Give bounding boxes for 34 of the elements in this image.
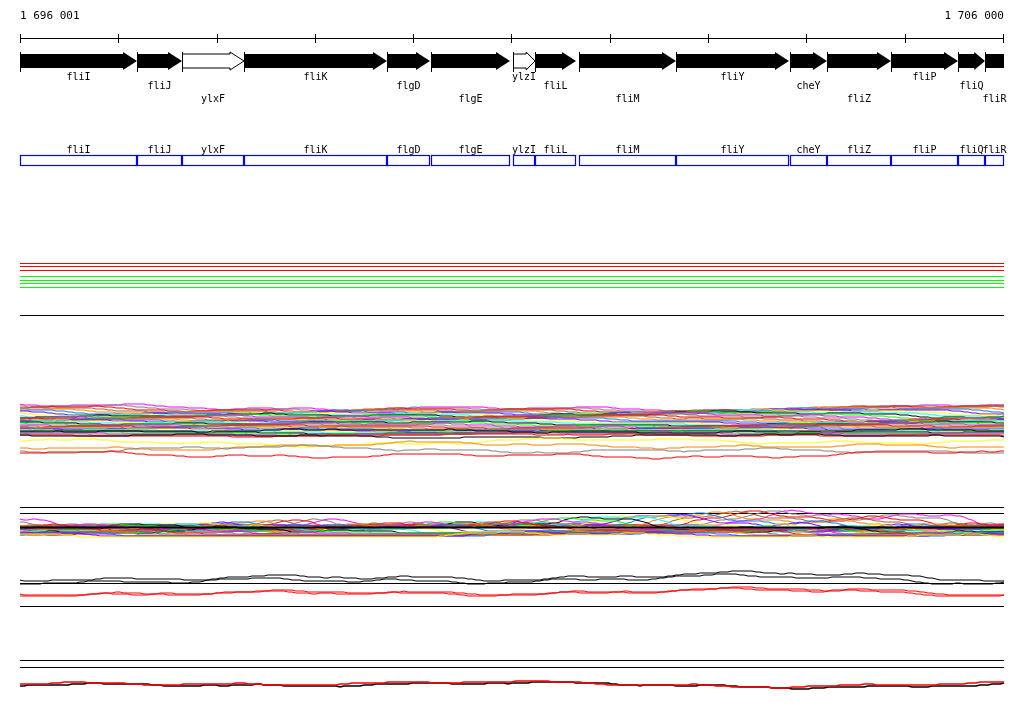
gene-label: fliR [982,93,1007,104]
gene-label: fliQ [959,80,984,91]
gene-label: ylzI [511,144,537,155]
gene-label: fliJ [147,80,172,91]
gene-label: ylxF [200,93,226,104]
gene-arrow [985,51,1004,73]
gene-label: fliR [982,144,1007,155]
gene-label: ylxF [200,144,226,155]
gene-label: fliL [543,144,568,155]
end-coordinate: 1 706 000 [944,8,1004,22]
gene-label: fliL [543,80,568,91]
gene-label: fliM [615,93,640,104]
gene-label: fliZ [846,144,872,155]
gene-label: fliZ [846,93,872,104]
gene-label: flgD [396,80,421,91]
gene-label: fliM [615,144,640,155]
gene-label: cheY [796,144,821,155]
start-coordinate: 1 696 001 [20,8,80,22]
gene-label: fliP [912,144,937,155]
gene-box [984,154,1005,167]
gene-label: fliJ [147,144,172,155]
gene-label: fliY [720,144,745,155]
gene-label: fliY [720,71,745,82]
gene-label: fliI [66,71,91,82]
gene-label: fliK [303,144,328,155]
gene-label: cheY [796,80,821,91]
gene-label: fliK [303,71,328,82]
gene-label: flgE [458,144,483,155]
gene-label: fliQ [959,144,984,155]
gene-label: flgE [458,93,483,104]
gene-label: flgD [396,144,421,155]
gene-label: ylzI [511,71,537,82]
gene-label: fliI [66,144,91,155]
gene-label: fliP [912,71,937,82]
